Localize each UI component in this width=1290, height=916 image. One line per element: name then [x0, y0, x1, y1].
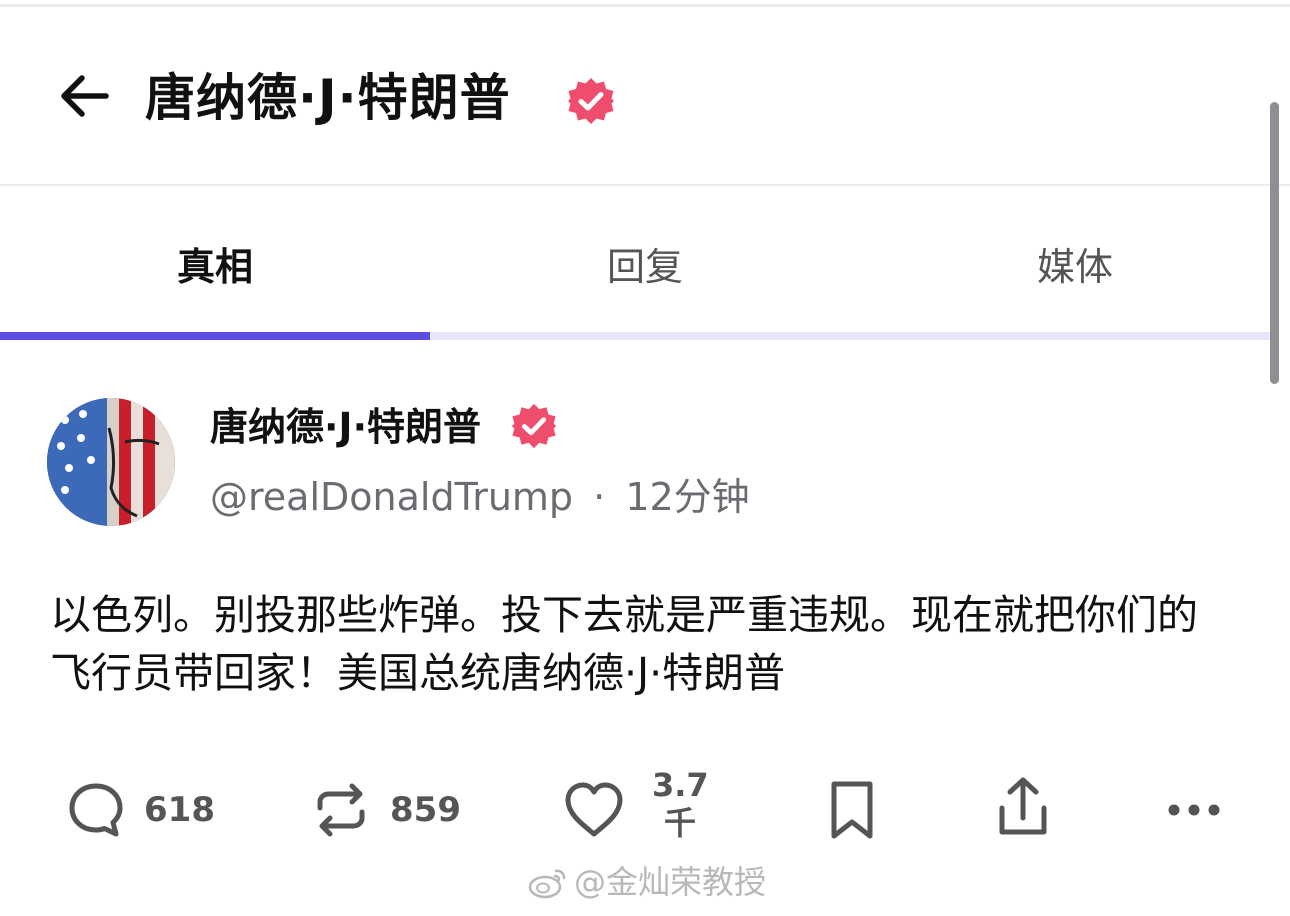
tab-truths[interactable]: 真相 — [0, 244, 430, 290]
repost-button[interactable]: 859 — [310, 780, 461, 840]
share-icon — [999, 777, 1047, 835]
meta-separator: · — [593, 475, 606, 519]
watermark-text: @金灿荣教授 — [574, 863, 767, 901]
scrollbar[interactable] — [1270, 102, 1279, 384]
repost-icon — [317, 783, 365, 837]
comment-count: 618 — [144, 790, 215, 830]
post-text: 以色列。别投那些炸弹。投下去就是严重违规。现在就把你们的飞行员带回家！美国总统唐… — [50, 591, 1198, 697]
profile-header: 唐纳德·J·特朗普 — [0, 8, 1290, 184]
tab-active-indicator — [0, 332, 430, 340]
author-name[interactable]: 唐纳德·J·特朗普 — [210, 404, 481, 450]
back-arrow-icon — [61, 75, 109, 117]
share-button[interactable] — [994, 774, 1052, 840]
like-count: 3.7 千 — [652, 766, 709, 842]
heart-icon — [565, 782, 623, 837]
verified-badge-icon — [511, 403, 557, 449]
avatar[interactable] — [47, 398, 175, 526]
verified-badge-icon — [568, 78, 614, 124]
like-count-unit: 千 — [663, 804, 696, 842]
more-button[interactable] — [1164, 790, 1224, 830]
post-time: 12分钟 — [625, 475, 750, 519]
weibo-logo-icon — [528, 869, 566, 899]
back-button[interactable] — [56, 70, 112, 122]
watermark: @金灿荣教授 — [528, 862, 766, 902]
page-title: 唐纳德·J·特朗普 — [145, 69, 511, 127]
post[interactable]: 唐纳德·J·特朗普 @realDonaldTrump · 12分钟 以色列。别投… — [0, 360, 1270, 916]
author-handle[interactable]: @realDonaldTrump — [210, 475, 573, 519]
like-count-number: 3.7 — [652, 766, 709, 804]
comment-button[interactable]: 618 — [66, 780, 215, 840]
bookmark-icon — [831, 781, 873, 839]
profile-tabs: 真相 回复 媒体 — [0, 186, 1270, 342]
bookmark-button[interactable] — [828, 778, 876, 842]
tab-media[interactable]: 媒体 — [860, 244, 1290, 290]
comment-icon — [69, 783, 123, 837]
tab-replies[interactable]: 回复 — [430, 244, 860, 290]
more-icon — [1168, 804, 1220, 816]
post-actions: 618 859 3.7 千 — [0, 760, 1270, 870]
avatar-image — [47, 398, 175, 526]
post-meta: @realDonaldTrump · 12分钟 — [210, 474, 750, 520]
like-button[interactable] — [562, 780, 626, 840]
repost-count: 859 — [390, 790, 461, 830]
top-divider — [0, 4, 1290, 7]
